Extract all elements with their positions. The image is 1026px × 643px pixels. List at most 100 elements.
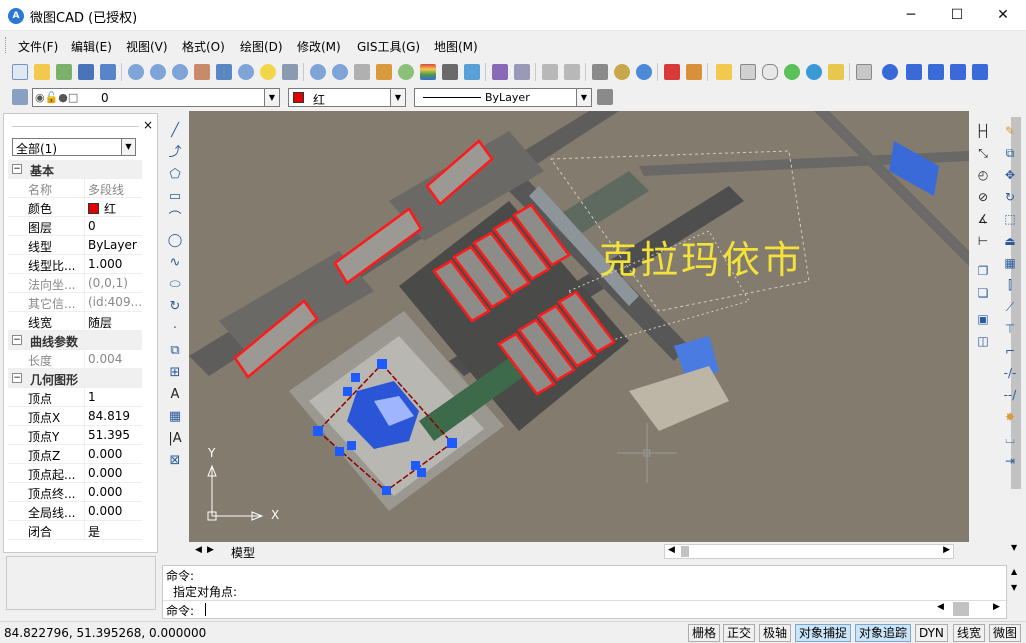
make-block-icon[interactable]: ⊞ [167, 365, 183, 381]
scroll-down-icon[interactable]: ▼ [1011, 583, 1017, 592]
circle-tool-icon[interactable]: ◯ [167, 233, 183, 249]
property-row[interactable]: 图层 0 [8, 217, 142, 236]
dim-diameter-icon[interactable]: ⊘ [975, 189, 991, 205]
break-icon[interactable]: --/ [1002, 387, 1018, 403]
dim-aligned-icon[interactable]: ⤡ [975, 145, 991, 161]
point-tool-icon[interactable]: · [167, 321, 183, 337]
zoom-previous-icon[interactable] [332, 64, 348, 80]
sync-icon[interactable] [928, 64, 944, 80]
move-icon[interactable] [354, 64, 370, 80]
properties-icon[interactable] [464, 64, 480, 80]
menu-view[interactable]: 视图(V) [126, 38, 168, 55]
polygon-tool-icon[interactable]: ⬠ [167, 167, 183, 183]
chevron-down-icon[interactable]: ▼ [390, 89, 405, 106]
copy-icon[interactable]: ⧉ [1002, 145, 1018, 161]
help-icon[interactable] [806, 64, 822, 80]
property-value[interactable]: (0,0,1) [88, 276, 128, 290]
new-file-icon[interactable] [12, 64, 28, 80]
hatch-tool-icon[interactable]: ▦ [167, 409, 183, 425]
chevron-down-icon[interactable]: ▼ [264, 89, 279, 106]
menu-draw[interactable]: 绘图(D) [240, 38, 283, 55]
move-tool-icon[interactable]: ✥ [1002, 167, 1018, 183]
layers-color-icon[interactable] [420, 64, 436, 80]
grid-toggle[interactable]: 栅格 [688, 624, 721, 642]
line-tool-icon[interactable]: ╱ [167, 123, 183, 139]
grip-handle[interactable] [351, 373, 360, 382]
scroll-right-icon[interactable]: ▶ [943, 545, 950, 555]
polar-toggle[interactable]: 极轴 [759, 624, 792, 642]
join-icon[interactable]: ⌴ [1002, 431, 1018, 447]
match-properties-icon[interactable] [442, 64, 458, 80]
property-value[interactable]: 1.000 [88, 257, 122, 271]
osnap-toggle[interactable]: 对象捕捉 [795, 624, 852, 642]
join-points-icon[interactable]: ⇥ [1002, 453, 1018, 469]
property-value[interactable]: 是 [88, 523, 100, 540]
layer-stack-icon[interactable]: ❐ [975, 263, 991, 279]
dim-radius-icon[interactable]: ◴ [975, 167, 991, 183]
dyn-toggle[interactable]: DYN [915, 624, 948, 642]
export-pdf-icon[interactable] [664, 64, 680, 80]
zoom-preview-icon[interactable] [856, 64, 872, 80]
camera-icon[interactable] [740, 64, 756, 80]
compare-icon[interactable] [906, 64, 922, 80]
stretch-icon[interactable]: ⏏ [1002, 233, 1018, 249]
property-row[interactable]: 颜色 红 [8, 198, 142, 217]
property-value[interactable]: 0.000 [88, 504, 122, 518]
property-category[interactable]: − 基本 [8, 160, 142, 179]
property-category[interactable]: − 几何图形 [8, 369, 142, 388]
property-value[interactable]: 0.000 [88, 485, 122, 499]
property-row[interactable]: 名称 多段线 [8, 179, 142, 198]
polyline-tool-icon[interactable]: ⤴ [167, 145, 183, 161]
arc-tool-icon[interactable]: ⌒ [167, 211, 183, 227]
property-row[interactable]: 闭合 是 [8, 521, 142, 540]
selection-dropdown[interactable]: 全部(1) ▼ [12, 138, 136, 156]
grip-handle[interactable] [343, 387, 352, 396]
dim-angular-icon[interactable]: ∡ [975, 211, 991, 227]
property-category[interactable]: − 曲线参数 [8, 331, 142, 350]
close-button[interactable]: ✕ [980, 0, 1026, 31]
property-value[interactable]: 51.395 [88, 428, 130, 442]
menu-gis-tools[interactable]: GIS工具(G) [357, 38, 420, 55]
lineweight-toggle[interactable]: 线宽 [953, 624, 986, 642]
layer-combo[interactable]: ◉🔓●□ 0 ▼ [32, 88, 280, 107]
menu-file[interactable]: 文件(F) [18, 38, 58, 55]
menu-format[interactable]: 格式(O) [182, 38, 225, 55]
otrack-toggle[interactable]: 对象追踪 [855, 624, 912, 642]
property-value[interactable]: (id:409... [88, 295, 142, 309]
panel-close-icon[interactable]: × [143, 118, 153, 132]
property-row[interactable]: 全局线... 0.000 [8, 502, 142, 521]
property-value[interactable]: 0.000 [88, 447, 122, 461]
ortho-toggle[interactable]: 正交 [723, 624, 756, 642]
save-icon[interactable] [78, 64, 94, 80]
extend-icon[interactable]: -/- [1002, 365, 1018, 381]
fillet-icon[interactable]: ⌐ [1002, 343, 1018, 359]
linetype-combo[interactable]: ByLayer ▼ [414, 88, 592, 107]
zoom-realtime-icon[interactable] [310, 64, 326, 80]
command-scrollbar[interactable]: ▲ ▼ [1007, 565, 1023, 599]
property-row[interactable]: 线宽 随层 [8, 312, 142, 331]
mtext-tool-icon[interactable]: |A [167, 431, 183, 447]
browser-icon[interactable] [636, 64, 652, 80]
layer-manager-icon[interactable] [12, 89, 28, 105]
lineweight-icon[interactable] [597, 89, 613, 105]
property-row[interactable]: 顶点Z 0.000 [8, 445, 142, 464]
layer-back-icon[interactable]: ◫ [975, 333, 991, 349]
minimize-button[interactable]: ─ [888, 0, 934, 31]
ellipse-arc-tool-icon[interactable]: ↻ [167, 299, 183, 315]
zoom-in-icon[interactable] [172, 64, 188, 80]
array-icon[interactable]: ▦ [1002, 255, 1018, 271]
collapse-icon[interactable]: − [12, 373, 22, 383]
ellipse-tool-icon[interactable]: ⬭ [167, 277, 183, 293]
trim-icon[interactable]: ⊤ [1002, 321, 1018, 337]
property-row[interactable]: 线型比... 1.000 [8, 255, 142, 274]
block-icon[interactable] [492, 64, 508, 80]
attribute-icon[interactable] [514, 64, 530, 80]
palette-icon[interactable] [398, 64, 414, 80]
canvas-horizontal-scrollbar[interactable]: ◀ ▶ [664, 544, 954, 559]
property-value[interactable]: 84.819 [88, 409, 130, 423]
command-input[interactable]: 命令: ◀ ▶ [163, 600, 1008, 618]
collapse-icon[interactable]: − [12, 164, 22, 174]
redo-icon[interactable] [564, 64, 580, 80]
property-row[interactable]: 长度 0.004 [8, 350, 142, 369]
erase-icon[interactable]: ✎ [1002, 123, 1018, 139]
